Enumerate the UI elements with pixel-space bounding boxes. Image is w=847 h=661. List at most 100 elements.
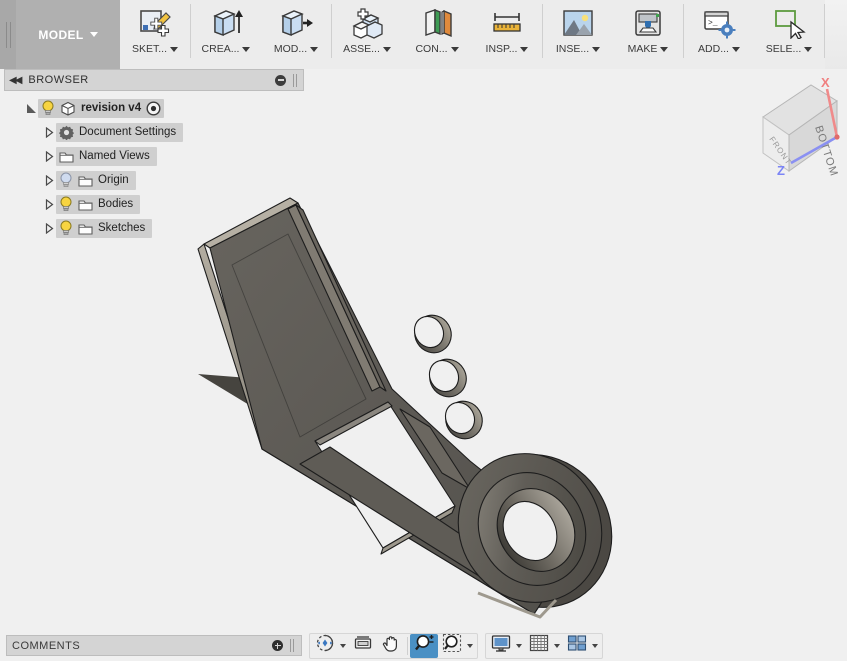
tree-item-content[interactable]: Document Settings <box>56 122 184 142</box>
workspace-label: MODEL <box>38 27 84 42</box>
nav-button-zoom-window[interactable] <box>438 633 466 658</box>
toolbar-drag-handle[interactable] <box>0 0 16 69</box>
tree-item-content[interactable]: revision v4 <box>38 98 165 118</box>
chevron-down-icon[interactable] <box>467 643 473 648</box>
chevron-down-icon[interactable] <box>520 46 529 52</box>
chevron-down-icon[interactable] <box>592 643 598 648</box>
tree-item-named-views[interactable]: Named Views <box>4 144 304 168</box>
toolbar-tab-label: MAKE <box>627 43 658 55</box>
viewcube-axis-x-label: X <box>821 75 830 90</box>
gear-icon <box>59 125 74 140</box>
chevron-down-icon[interactable] <box>516 643 522 648</box>
chevron-down-icon[interactable] <box>170 46 178 52</box>
browser-drag-handle[interactable] <box>291 73 299 87</box>
tree-item-origin[interactable]: Origin <box>4 168 304 192</box>
chevron-down-icon[interactable] <box>660 46 669 52</box>
grid-icon <box>529 634 549 657</box>
expand-triangle-open-icon[interactable] <box>24 96 38 120</box>
nav-button-orbit[interactable] <box>311 634 339 658</box>
tree-item-content[interactable]: Named Views <box>56 146 157 166</box>
browser-tree: revision v4 Document Settings Named Views O… <box>4 91 304 240</box>
lightbulb-on-icon[interactable] <box>59 196 73 212</box>
target-icon[interactable] <box>146 100 161 116</box>
circle-minus-icon[interactable] <box>275 74 286 86</box>
tree-item-revision-v4[interactable]: revision v4 <box>4 96 304 120</box>
chevron-down-icon[interactable] <box>450 46 459 52</box>
chevron-down-icon[interactable] <box>340 643 346 648</box>
toolbar-tab-label: INSE... <box>555 43 590 55</box>
toolbar-tab-add-ins[interactable]: >_ ADD... <box>684 0 754 69</box>
svg-text:>_: >_ <box>708 19 718 28</box>
tree-item-content[interactable]: Sketches <box>56 218 153 238</box>
expand-triangle-closed-icon[interactable] <box>42 192 56 216</box>
tree-item-document-settings[interactable]: Document Settings <box>4 120 304 144</box>
insert-image-icon <box>558 4 598 42</box>
extrude-create-icon <box>206 4 246 42</box>
toolbar-tab-assemble[interactable]: ASSE... <box>332 0 402 69</box>
tree-item-label: Origin <box>98 174 129 186</box>
comments-drag-handle[interactable] <box>288 639 296 652</box>
nav-button-look-at[interactable] <box>349 634 377 658</box>
navigation-bar <box>302 632 603 659</box>
toolbar-tab-construct[interactable]: CON... <box>402 0 472 69</box>
circle-plus-icon[interactable] <box>272 640 283 651</box>
tree-item-bodies[interactable]: Bodies <box>4 192 304 216</box>
chevron-down-icon[interactable] <box>592 46 601 52</box>
nav-button-zoom[interactable] <box>410 633 438 658</box>
tree-item-content[interactable]: Origin <box>56 170 136 190</box>
workspace-model-button[interactable]: MODEL <box>16 0 120 69</box>
expand-triangle-closed-icon[interactable] <box>42 168 56 192</box>
view-cube[interactable]: BOTTOM FRONT X Z <box>737 69 847 189</box>
tree-item-label: Sketches <box>98 222 146 234</box>
toolbar-tab-select[interactable]: SELE... <box>754 0 824 69</box>
make-3dprint-icon <box>628 4 668 42</box>
chevron-down-icon[interactable] <box>382 46 391 52</box>
comments-label: COMMENTS <box>12 639 81 652</box>
comments-bar[interactable]: COMMENTS <box>6 635 302 656</box>
browser-header: ◀◀ BROWSER <box>4 69 304 91</box>
toolbar-tab-label: MOD... <box>273 43 308 55</box>
chevron-down-icon[interactable] <box>731 46 740 52</box>
toolbar-separator <box>824 4 825 58</box>
chevron-down-icon[interactable] <box>554 643 560 648</box>
chevron-down-icon[interactable] <box>804 46 813 52</box>
toolbar-tab-label: ASSE... <box>343 43 380 55</box>
workspace-switcher[interactable]: MODEL <box>0 0 120 69</box>
toolbar-tab-label: ADD... <box>698 43 729 55</box>
toolbar-tab-create[interactable]: CREA... <box>191 0 261 69</box>
zoom-magnifier-icon <box>414 633 434 658</box>
toolbar-tab-sketch[interactable]: SKET... <box>120 0 190 69</box>
sketch-create-icon <box>135 4 175 42</box>
nav-button-pan[interactable] <box>377 634 405 658</box>
expand-triangle-closed-icon[interactable] <box>42 144 56 168</box>
double-left-arrow-icon[interactable]: ◀◀ <box>9 75 22 86</box>
lightbulb-on-icon[interactable] <box>41 100 55 116</box>
toolbar-tab-make[interactable]: MAKE <box>613 0 683 69</box>
viewcube-axis-z-label: Z <box>777 163 785 178</box>
toolbar-tab-insert[interactable]: INSE... <box>543 0 613 69</box>
pan-hand-icon <box>381 633 401 658</box>
expand-triangle-closed-icon[interactable] <box>42 120 56 144</box>
browser-title: BROWSER <box>28 74 89 86</box>
browser-panel: ◀◀ BROWSER revision v4 Document Settings N… <box>4 69 304 240</box>
tree-item-content[interactable]: Bodies <box>56 194 141 214</box>
folder-icon <box>78 222 93 235</box>
toolbar-tab-label: INSP... <box>485 43 518 55</box>
chevron-down-icon[interactable] <box>242 46 251 52</box>
nav-button-display-settings[interactable] <box>487 634 515 658</box>
expand-triangle-closed-icon[interactable] <box>42 216 56 240</box>
inspect-measure-icon <box>487 4 527 42</box>
toolbar-tab-inspect[interactable]: INSP... <box>472 0 542 69</box>
chevron-down-icon[interactable] <box>310 46 319 52</box>
toolbar-tab-label: SELE... <box>765 43 802 55</box>
lightbulb-off-icon[interactable] <box>59 172 73 188</box>
top-toolbar: MODEL SKET... CREA... MOD... ASSE... CON... I… <box>0 0 847 69</box>
nav-button-viewport-layout[interactable] <box>563 634 591 658</box>
nav-button-grid-snaps[interactable] <box>525 634 553 658</box>
select-cursor-icon <box>769 4 809 42</box>
toolbar-tab-modify[interactable]: MOD... <box>261 0 331 69</box>
tree-item-sketches[interactable]: Sketches <box>4 216 304 240</box>
modify-push-pull-icon <box>276 4 316 42</box>
tree-item-label: Bodies <box>98 198 134 210</box>
lightbulb-on-icon[interactable] <box>59 220 73 236</box>
